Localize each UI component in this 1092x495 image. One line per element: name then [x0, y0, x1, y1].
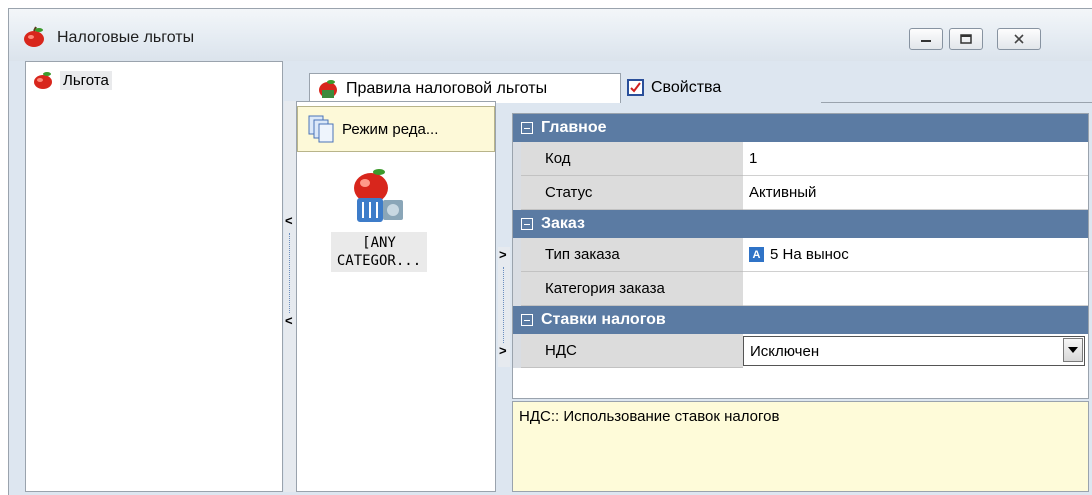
property-value[interactable]: Активный [743, 176, 1088, 210]
tab-properties[interactable]: Свойства [621, 73, 821, 103]
property-grid: Главное Код 1 Статус Активный Заказ Тип … [512, 113, 1089, 399]
property-row-status[interactable]: Статус Активный [513, 176, 1088, 210]
tab-strip: Правила налоговой льготы Свойства [309, 73, 1092, 103]
apple-rules-icon [319, 79, 337, 98]
collapse-icon[interactable] [521, 122, 533, 134]
category-order[interactable]: Заказ [513, 210, 1088, 238]
checklist-icon [627, 79, 644, 96]
tab-label: Свойства [651, 79, 722, 96]
left-splitter[interactable]: < < [284, 101, 296, 492]
property-name: Статус [521, 176, 743, 210]
property-name: Категория заказа [521, 272, 743, 306]
splitter-grip [289, 233, 290, 313]
apple-settings-icon [354, 169, 403, 222]
title-bar: Налоговые льготы [9, 9, 1092, 61]
category-label: Главное [541, 119, 607, 136]
property-name: Тип заказа [521, 238, 743, 272]
property-value[interactable]: A 5 На вынос [743, 238, 1088, 272]
property-name: Код [521, 142, 743, 176]
edit-mode-button[interactable]: Режим реда... [297, 106, 495, 152]
pages-icon [308, 115, 334, 143]
category-label: Заказ [541, 215, 585, 232]
tax-benefits-window: Налоговые льготы Льгота < < Правила нало… [8, 8, 1092, 495]
rules-panel: Режим реда... [ANY CATEGOR... [296, 101, 496, 492]
property-value[interactable]: 1 [743, 142, 1088, 176]
caption-line-2: CATEGOR... [336, 253, 422, 269]
minimize-icon [921, 40, 931, 42]
property-name: НДС [521, 334, 743, 368]
minimize-button[interactable] [909, 28, 943, 50]
property-row-code[interactable]: Код 1 [513, 142, 1088, 176]
right-splitter[interactable]: > > [498, 247, 510, 367]
apple-icon [34, 72, 52, 89]
row-gutter [513, 176, 521, 210]
vat-dropdown[interactable]: Исключен [743, 336, 1085, 366]
close-icon [1014, 34, 1024, 44]
edit-mode-label: Режим реда... [342, 120, 439, 138]
rule-tile-caption: [ANY CATEGOR... [331, 232, 427, 272]
property-description: НДС:: Использование ставок налогов [512, 401, 1089, 492]
property-value-text: 5 На вынос [770, 246, 849, 263]
close-button[interactable] [997, 28, 1041, 50]
tree-item-label: Льгота [60, 70, 112, 90]
row-gutter [513, 238, 521, 272]
collapse-left-icon-2[interactable]: < [285, 313, 293, 328]
tab-underline [821, 102, 1092, 103]
property-row-order-type[interactable]: Тип заказа A 5 На вынос [513, 238, 1088, 272]
chevron-down-icon [1068, 347, 1078, 353]
collapse-left-icon[interactable]: < [285, 213, 293, 228]
tab-label: Правила налоговой льготы [346, 79, 548, 97]
rule-tile[interactable]: [ANY CATEGOR... [331, 166, 427, 272]
window-title: Налоговые льготы [57, 29, 195, 46]
dropdown-button[interactable] [1063, 338, 1083, 362]
property-row-vat[interactable]: НДС Исключен [513, 334, 1088, 368]
vat-dropdown-value: Исключен [750, 342, 820, 360]
tree-item-benefit[interactable]: Льгота [32, 68, 112, 92]
collapse-icon[interactable] [521, 218, 533, 230]
apple-icon [24, 26, 44, 47]
expand-right-icon[interactable]: > [499, 247, 507, 262]
category-main[interactable]: Главное [513, 114, 1088, 142]
maximize-button[interactable] [949, 28, 983, 50]
maximize-icon [960, 34, 972, 44]
row-gutter [513, 334, 521, 368]
property-value[interactable] [743, 272, 1088, 306]
expand-right-icon-2[interactable]: > [499, 343, 507, 358]
enum-value-icon: A [749, 247, 764, 262]
collapse-icon[interactable] [521, 314, 533, 326]
category-tax-rates[interactable]: Ставки налогов [513, 306, 1088, 334]
row-gutter [513, 272, 521, 306]
category-label: Ставки налогов [541, 311, 666, 328]
caption-line-1: [ANY [362, 235, 396, 251]
tree-panel: Льгота [25, 61, 283, 492]
tab-tax-benefit-rules[interactable]: Правила налоговой льготы [309, 73, 621, 103]
property-row-order-category[interactable]: Категория заказа [513, 272, 1088, 306]
row-gutter [513, 142, 521, 176]
splitter-grip [503, 267, 504, 343]
